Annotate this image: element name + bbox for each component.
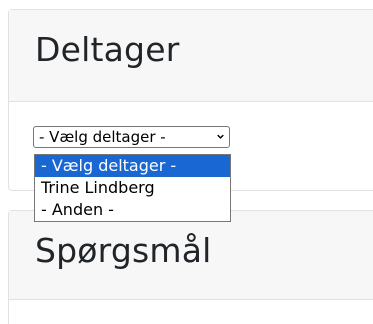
participant-card-header: Deltager [9,10,373,102]
participant-option-trine-lindberg[interactable]: Trine Lindberg [35,177,230,199]
participant-card-title: Deltager [35,30,180,69]
chevron-down-icon [217,134,224,139]
participant-select-dropdown: - Vælg deltager - Trine Lindberg - Anden… [34,154,231,222]
participant-option-placeholder[interactable]: - Vælg deltager - [35,155,230,177]
participant-select[interactable]: - Vælg deltager - [33,126,230,148]
participant-select-value: - Vælg deltager - [39,128,166,146]
page: Deltager Spørgsmål - Vælg deltager - - V… [0,0,373,324]
participant-option-other[interactable]: - Anden - [35,199,230,221]
questions-card-header: Spørgsmål [9,211,373,300]
questions-card-title: Spørgsmål [35,231,212,270]
questions-card: Spørgsmål [8,210,373,324]
